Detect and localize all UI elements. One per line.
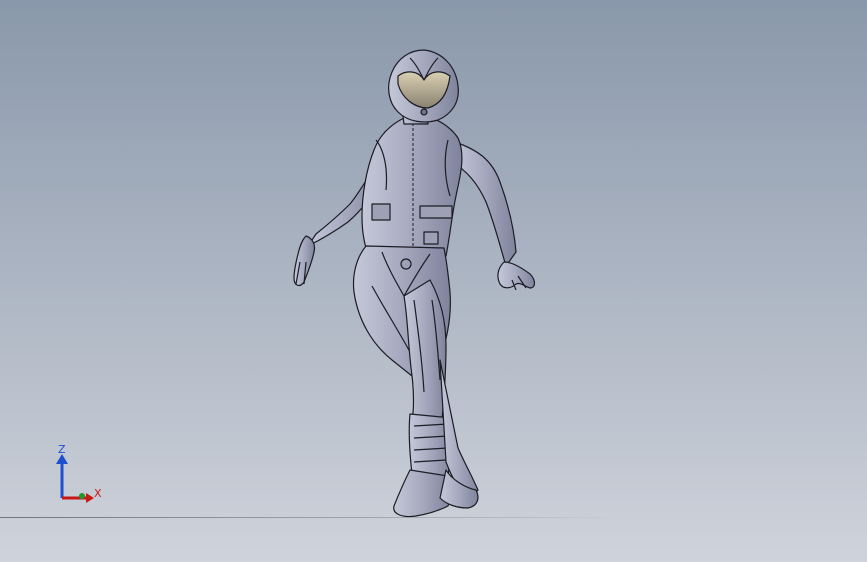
z-axis-label: Z (58, 443, 66, 456)
3d-model-figure[interactable] (0, 0, 867, 562)
right-arm (451, 141, 536, 291)
helmet (388, 49, 459, 123)
x-axis-arrow-icon (86, 493, 94, 503)
coordinate-triad[interactable]: Z X (48, 440, 108, 510)
x-axis-label: X (94, 487, 102, 500)
y-axis-dot-icon (79, 493, 85, 499)
graphics-viewport[interactable]: Z X (0, 0, 867, 562)
right-leg (439, 359, 479, 509)
torso (361, 115, 463, 259)
